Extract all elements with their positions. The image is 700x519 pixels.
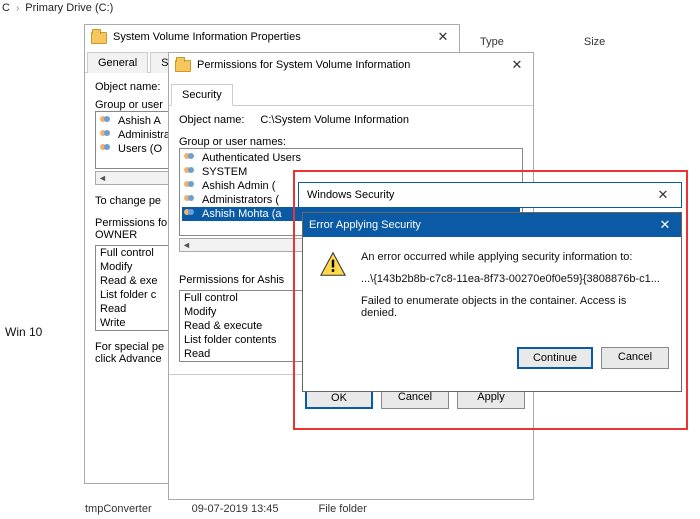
error-path: ...\{143b2b8b-c7c8-11ea-8f73-00270e0f0e5… [361,273,665,285]
warning-icon [319,251,347,277]
sidebar-item[interactable]: Win 10 [5,325,42,339]
file-name[interactable]: tmpConverter [85,503,152,515]
close-icon[interactable]: ✕ [507,57,527,73]
error-dialog: Error Applying Security ✕ An error occur… [302,212,682,392]
folder-icon [91,32,107,44]
file-date: 09-07-2019 13:45 [192,503,279,515]
list-item[interactable]: Administrators ( [202,194,279,206]
list-item[interactable]: Ashish A [118,115,161,127]
user-icon [184,195,198,205]
user-icon [100,144,114,154]
list-item[interactable]: Ashish Admin ( [202,180,275,192]
tab-general[interactable]: General [87,52,148,73]
error-line: Failed to enumerate objects in the conta… [361,295,665,319]
column-header-size[interactable]: Size [584,36,605,48]
window-title: Permissions for System Volume Informatio… [197,59,410,71]
list-item[interactable]: Authenticated Users [202,152,301,164]
error-line: An error occurred while applying securit… [361,251,665,263]
window-title: System Volume Information Properties [113,31,301,43]
user-icon [184,181,198,191]
list-item[interactable]: Users (O [118,143,162,155]
window-title: Error Applying Security [309,219,421,231]
user-icon [100,116,114,126]
tab-security[interactable]: Security [171,84,233,106]
folder-icon [175,60,191,72]
list-item[interactable]: Administra [118,129,170,141]
object-name-label: Object name: [179,114,244,126]
breadcrumb-part[interactable]: C [2,2,10,14]
breadcrumb[interactable]: C › Primary Drive (C:) [2,2,113,14]
list-item-selected[interactable]: Ashish Mohta (a [202,208,281,220]
close-icon[interactable]: ✕ [653,187,673,203]
continue-button[interactable]: Continue [517,347,593,369]
file-type: File folder [319,503,367,515]
close-icon[interactable]: ✕ [433,29,453,45]
object-name-label: Object name: [95,81,160,93]
group-names-label: Group or user names: [179,136,523,148]
close-icon[interactable]: ✕ [655,217,675,233]
window-title: Windows Security [307,189,394,201]
cancel-button[interactable]: Cancel [601,347,669,369]
user-icon [184,153,198,163]
column-header-type[interactable]: Type [480,36,504,48]
user-icon [184,209,198,219]
windows-security-window: Windows Security ✕ [298,182,682,208]
chevron-right-icon: › [16,3,19,14]
breadcrumb-part[interactable]: Primary Drive (C:) [25,2,113,14]
object-name-value: C:\System Volume Information [260,114,409,126]
list-item[interactable]: SYSTEM [202,166,247,178]
user-icon [100,130,114,140]
user-icon [184,167,198,177]
